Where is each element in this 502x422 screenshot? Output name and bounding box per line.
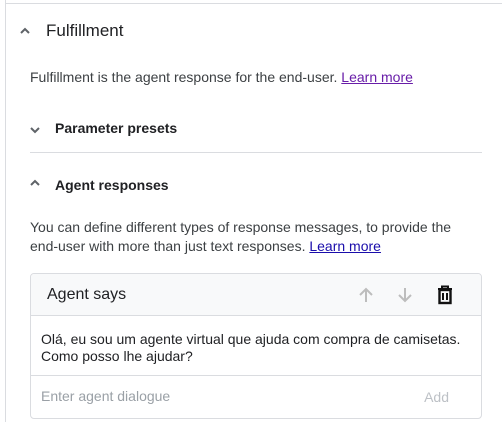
chevron-up-icon[interactable] <box>28 176 42 190</box>
section-title[interactable]: Fulfillment <box>46 21 123 41</box>
parameter-presets-header[interactable]: Parameter presets <box>55 120 177 136</box>
agent-dialogue-input[interactable] <box>41 388 401 404</box>
move-down-icon[interactable] <box>394 284 416 306</box>
agent-says-card: Agent says Olá, eu sou um agente virtual… <box>30 273 482 419</box>
chevron-up-icon[interactable] <box>18 24 32 38</box>
agent-dialogue-row: Add <box>31 376 481 418</box>
chevron-down-icon[interactable] <box>28 123 42 137</box>
learn-more-link[interactable]: Learn more <box>341 69 413 85</box>
trash-icon[interactable] <box>434 284 456 306</box>
panel-left-border <box>5 0 6 422</box>
add-button[interactable]: Add <box>424 389 449 405</box>
divider <box>30 152 482 153</box>
agent-responses-header[interactable]: Agent responses <box>55 177 169 193</box>
agent-responses-description: You can define different types of respon… <box>30 218 480 256</box>
card-title: Agent says <box>47 286 127 303</box>
description-text: You can define different types of respon… <box>30 219 452 254</box>
learn-more-link[interactable]: Learn more <box>309 238 381 254</box>
panel-top-border <box>5 3 502 4</box>
agent-message[interactable]: Olá, eu sou um agente virtual que ajuda … <box>31 316 481 376</box>
move-up-icon[interactable] <box>355 284 377 306</box>
description-text: Fulfillment is the agent response for th… <box>30 69 338 85</box>
section-description: Fulfillment is the agent response for th… <box>30 68 413 87</box>
card-header: Agent says <box>31 274 481 316</box>
